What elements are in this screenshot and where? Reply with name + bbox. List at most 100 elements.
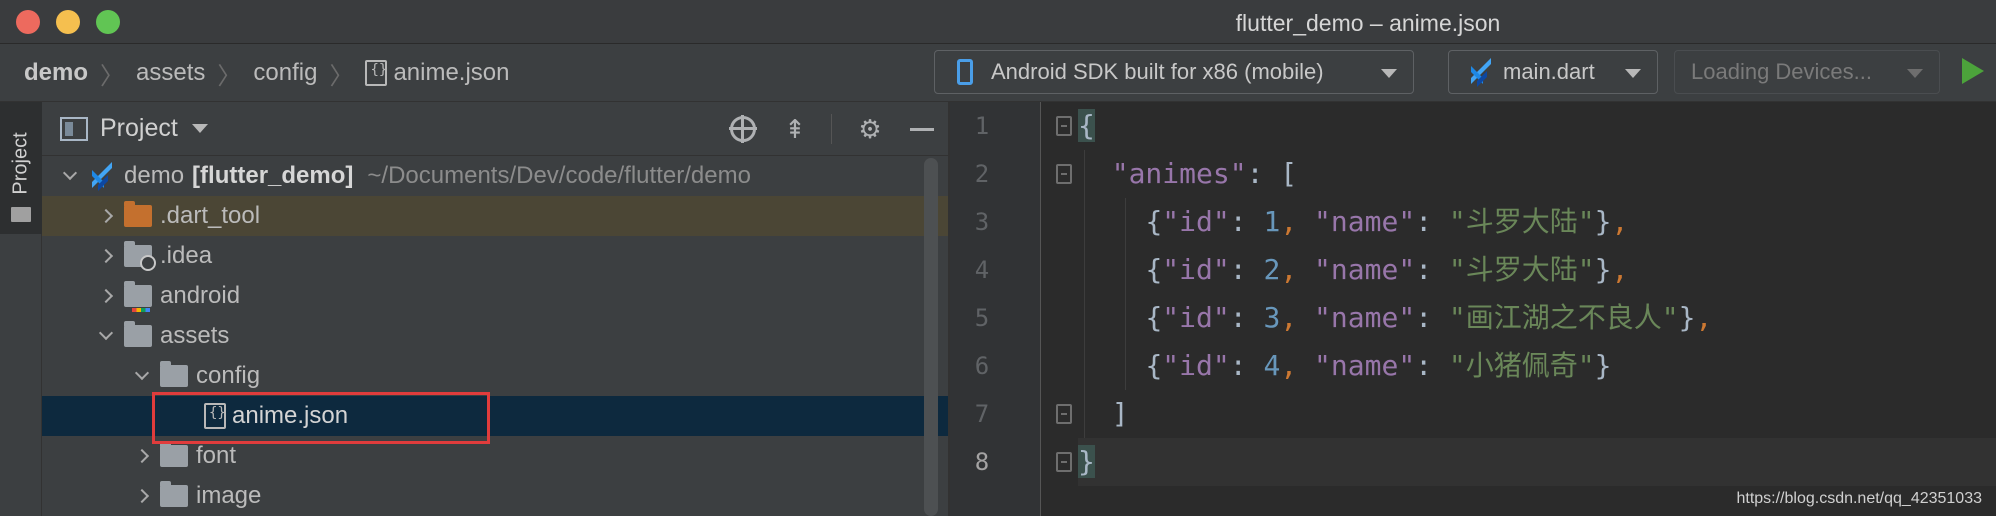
run-configuration-selector[interactable]: main.dart (1448, 50, 1658, 94)
tree-row-dart-tool[interactable]: .dart_tool (42, 196, 948, 236)
breadcrumb-separator-icon: 〉 (217, 62, 242, 90)
folder-icon (124, 241, 156, 271)
tree-row-android[interactable]: android (42, 276, 948, 316)
crosshair-icon (730, 116, 756, 142)
navigation-bar: demo 〉 assets 〉 config 〉 anime.json Andr… (0, 44, 1996, 102)
folder-icon (11, 207, 31, 222)
device-selector[interactable]: Android SDK built for x86 (mobile) (934, 50, 1414, 94)
line-number: 4 (974, 256, 990, 284)
breadcrumb-separator-icon: 〉 (100, 62, 125, 90)
code-area[interactable]: { "animes": [ {"id": 1, "name": "斗罗大陆"},… (1078, 102, 1996, 486)
chevron-right-icon[interactable] (124, 488, 160, 504)
chevron-down-icon (1625, 69, 1641, 78)
chevron-down-icon[interactable] (88, 325, 124, 341)
tree-item-label: config (196, 362, 261, 389)
title-bar: flutter_demo – anime.json (0, 0, 1996, 44)
project-path: ~/Documents/Dev/code/flutter/demo (367, 162, 751, 189)
tree-item-label: demo (124, 162, 185, 189)
line-number: 3 (974, 208, 990, 236)
chevron-right-icon[interactable] (88, 248, 124, 264)
chevron-right-icon[interactable] (88, 208, 124, 224)
fold-collapse-icon[interactable] (1056, 164, 1072, 184)
chevron-down-icon (1381, 69, 1397, 78)
editor-gutter: 1 2 3 4 5 6 7 8 (950, 102, 1040, 516)
tree-item-label: .idea (160, 242, 213, 269)
project-view-icon (60, 116, 88, 141)
code-line-8: } (1078, 438, 1996, 486)
project-tool-tab-label: Project (9, 132, 32, 195)
devices-dropdown-label: Loading Devices... (1691, 59, 1872, 84)
chevron-right-icon[interactable] (88, 288, 124, 304)
code-line-2: "animes": [ (1111, 157, 1298, 190)
module-name: [flutter_demo] (192, 162, 354, 189)
chevron-down-icon[interactable] (124, 365, 160, 381)
flutter-icon (88, 162, 114, 191)
chevron-down-icon (1907, 69, 1923, 78)
project-panel-tools: ⇞ ⚙ (705, 102, 936, 156)
tree-item-label: .dart_tool (160, 202, 261, 229)
locate-file-button[interactable] (729, 115, 757, 143)
tree-row-image[interactable]: image (42, 476, 948, 516)
devices-dropdown[interactable]: Loading Devices... (1674, 50, 1940, 94)
collapse-all-icon: ⇞ (784, 113, 806, 144)
chevron-down-icon[interactable] (52, 165, 88, 181)
window-title: flutter_demo – anime.json (1235, 10, 1501, 36)
tree-row-config[interactable]: config (42, 356, 948, 396)
project-panel-scrollbar[interactable] (924, 158, 938, 516)
settings-button[interactable]: ⚙ (856, 113, 884, 144)
android-folder-icon (124, 281, 152, 312)
code-editor[interactable]: 1 2 3 4 5 6 7 8 { "animes": [ {"id": 1, … (950, 102, 1996, 516)
project-panel: Project ⇞ ⚙ demo [flutter_demo] ~/Docume… (42, 102, 948, 516)
minimize-icon (910, 127, 934, 131)
gutter-divider (1040, 102, 1041, 516)
line-number-current: 8 (974, 448, 990, 476)
tree-item-label: android (160, 282, 241, 309)
breadcrumb-item-assets[interactable]: assets (136, 59, 205, 87)
chevron-down-icon[interactable] (191, 124, 208, 133)
tree-row-idea[interactable]: .idea (42, 236, 948, 276)
chevron-right-icon[interactable] (124, 448, 160, 464)
line-number: 5 (974, 304, 990, 332)
run-configuration-label: main.dart (1503, 59, 1595, 84)
breadcrumb-item-demo[interactable]: demo (24, 59, 88, 87)
fold-expand-icon[interactable] (1056, 404, 1072, 424)
breadcrumb-item-anime-json[interactable]: anime.json (365, 59, 510, 87)
code-line-4: {"id": 2, "name": "斗罗大陆"}, (1145, 253, 1629, 286)
code-line-5: {"id": 3, "name": "画江湖之不良人"}, (1145, 301, 1713, 334)
folder-icon (160, 441, 188, 467)
project-tool-tab[interactable]: Project (0, 102, 42, 234)
breadcrumb-separator-icon: 〉 (329, 62, 354, 90)
excluded-folder-icon (124, 201, 152, 227)
project-tree: demo [flutter_demo] ~/Documents/Dev/code… (42, 156, 948, 516)
hide-panel-button[interactable] (908, 115, 936, 143)
gear-icon: ⚙ (858, 113, 882, 144)
watermark: https://blog.csdn.net/qq_42351033 (1736, 490, 1982, 507)
code-line-1: { (1078, 109, 1095, 142)
tree-item-label: anime.json (232, 402, 349, 429)
folder-icon (160, 361, 188, 387)
fold-expand-icon[interactable] (1056, 452, 1072, 472)
tree-row-font[interactable]: font (42, 436, 948, 476)
toolbar-divider (831, 114, 832, 144)
project-view-selector[interactable]: Project (100, 114, 178, 143)
line-number: 6 (974, 352, 990, 380)
tree-item-label: image (196, 482, 262, 509)
folder-icon (124, 321, 152, 347)
tree-row-demo[interactable]: demo [flutter_demo] ~/Documents/Dev/code… (42, 156, 948, 196)
phone-icon (957, 59, 973, 85)
tree-row-assets[interactable]: assets (42, 316, 948, 356)
fold-collapse-icon[interactable] (1056, 116, 1072, 136)
tree-row-anime-json[interactable]: anime.json (42, 396, 948, 436)
run-icon[interactable] (1962, 58, 1984, 84)
breadcrumb-item-label: anime.json (393, 59, 510, 86)
breadcrumb: demo 〉 assets 〉 config 〉 anime.json (24, 44, 510, 102)
tree-item-label: font (196, 442, 237, 469)
breadcrumb-item-config[interactable]: config (253, 59, 317, 87)
collapse-all-button[interactable]: ⇞ (781, 113, 809, 144)
code-line-6: {"id": 4, "name": "小猪佩奇"} (1145, 349, 1612, 382)
flutter-icon (1467, 58, 1493, 87)
json-file-icon (204, 403, 226, 429)
code-line-7: ] (1111, 397, 1129, 430)
project-panel-header: Project ⇞ ⚙ (42, 102, 948, 156)
json-file-icon (365, 60, 388, 86)
